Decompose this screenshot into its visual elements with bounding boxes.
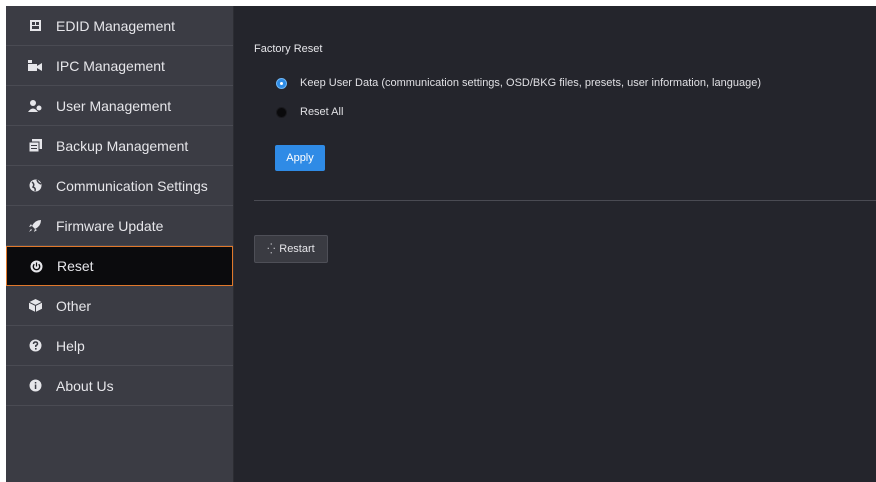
power-icon bbox=[29, 259, 43, 273]
info-icon bbox=[28, 379, 42, 393]
sidebar-item-other[interactable]: Other bbox=[6, 286, 233, 326]
sidebar-item-label: Help bbox=[56, 337, 85, 354]
sidebar-item-edid-management[interactable]: EDID Management bbox=[6, 6, 233, 46]
radio-label: Reset All bbox=[300, 106, 344, 118]
sidebar-item-label: IPC Management bbox=[56, 57, 165, 74]
sidebar-item-ipc-management[interactable]: IPC Management bbox=[6, 46, 233, 86]
radio-checked-icon[interactable] bbox=[276, 77, 287, 89]
radio-unchecked-icon[interactable] bbox=[276, 106, 287, 118]
edid-icon bbox=[28, 19, 42, 33]
question-icon bbox=[28, 339, 42, 353]
apply-button[interactable]: Apply bbox=[275, 145, 325, 171]
backup-icon bbox=[28, 139, 42, 153]
sidebar-item-label: EDID Management bbox=[56, 17, 176, 34]
radio-label: Keep User Data (communication settings, … bbox=[300, 77, 761, 89]
app-frame: EDID Management IPC Management User Mana… bbox=[6, 6, 876, 482]
spinner-icon: ⁛ bbox=[267, 243, 276, 255]
sidebar-item-label: Other bbox=[56, 297, 92, 314]
rocket-icon bbox=[28, 219, 42, 233]
sidebar-item-label: Firmware Update bbox=[56, 217, 164, 234]
sidebar-item-about-us[interactable]: About Us bbox=[6, 366, 233, 406]
main-content: Factory Reset Keep User Data (communicat… bbox=[234, 6, 876, 482]
globe-icon bbox=[28, 179, 42, 193]
cube-icon bbox=[28, 299, 42, 313]
sidebar-item-communication-settings[interactable]: Communication Settings bbox=[6, 166, 233, 206]
sidebar-item-label: User Management bbox=[56, 97, 172, 114]
sidebar-item-help[interactable]: Help bbox=[6, 326, 233, 366]
radio-keep-user-data[interactable]: Keep User Data (communication settings, … bbox=[276, 77, 761, 89]
restart-button[interactable]: ⁛ Restart bbox=[254, 235, 328, 263]
sidebar: EDID Management IPC Management User Mana… bbox=[6, 6, 234, 482]
restart-label: Restart bbox=[279, 243, 315, 255]
sidebar-item-label: Backup Management bbox=[56, 137, 189, 154]
sidebar-item-user-management[interactable]: User Management bbox=[6, 86, 233, 126]
ipc-icon bbox=[28, 59, 42, 73]
section-title: Factory Reset bbox=[254, 43, 323, 55]
sidebar-item-label: Communication Settings bbox=[56, 177, 208, 194]
sidebar-item-firmware-update[interactable]: Firmware Update bbox=[6, 206, 233, 246]
user-icon bbox=[28, 99, 42, 113]
sidebar-item-reset[interactable]: Reset bbox=[6, 246, 233, 286]
sidebar-item-label: About Us bbox=[56, 377, 114, 394]
divider bbox=[254, 200, 876, 201]
sidebar-item-backup-management[interactable]: Backup Management bbox=[6, 126, 233, 166]
radio-reset-all[interactable]: Reset All bbox=[276, 106, 343, 118]
sidebar-item-label: Reset bbox=[57, 258, 94, 274]
